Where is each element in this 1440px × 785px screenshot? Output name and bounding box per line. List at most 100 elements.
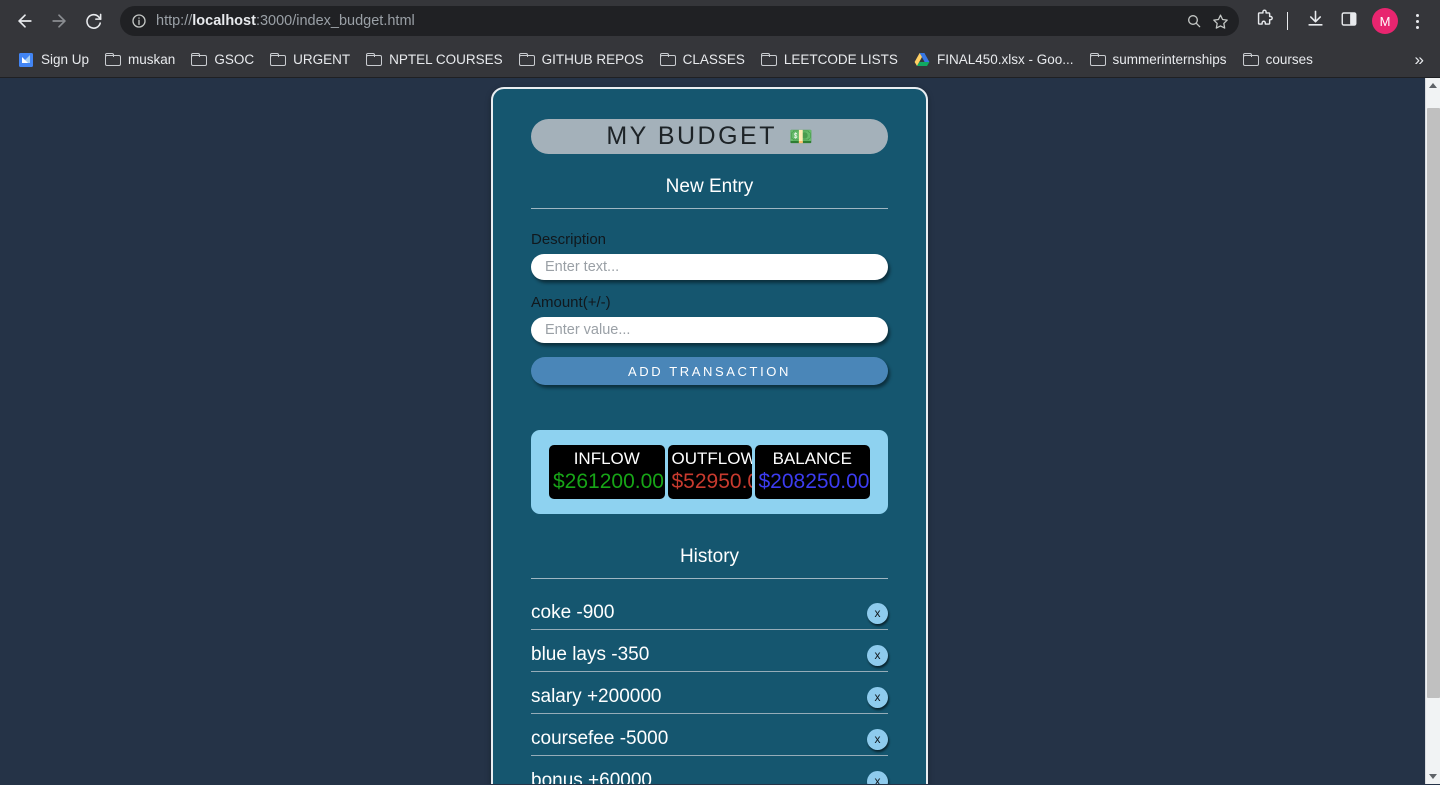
- forward-button[interactable]: [42, 4, 76, 38]
- bookmark-muskan[interactable]: muskan: [97, 48, 183, 71]
- google-drive-icon: [914, 52, 930, 67]
- address-bar-url: http://localhost:3000/index_budget.html: [156, 13, 415, 29]
- summary-inflow-label: INFLOW: [573, 449, 640, 468]
- history-item: salary +200000 x: [531, 683, 888, 714]
- chevron-up-icon: [1429, 83, 1437, 88]
- folder-icon: [760, 53, 777, 66]
- bookmark-label: GSOC: [214, 52, 255, 67]
- history-item: bonus +60000 x: [531, 767, 888, 784]
- summary-outflow-label: OUTFLOW: [671, 449, 752, 468]
- folder-icon: [1242, 53, 1259, 66]
- bookmark-gsoc[interactable]: GSOC: [183, 48, 262, 71]
- bookmark-sign-up[interactable]: Sign Up: [10, 48, 97, 72]
- bookmark-label: NPTEL COURSES: [389, 52, 503, 67]
- delete-transaction-button[interactable]: x: [867, 686, 888, 708]
- new-entry-heading: New Entry: [531, 176, 888, 209]
- summary-balance-label: BALANCE: [772, 449, 852, 468]
- bookmark-github-repos[interactable]: GITHUB REPOS: [511, 48, 652, 71]
- description-label: Description: [531, 231, 607, 248]
- summary-panel: INFLOW $261200.00 OUTFLOW $52950.00 BALA…: [531, 430, 888, 514]
- summary-outflow-value: $52950.00: [671, 470, 752, 493]
- banknote-icon: 💵: [789, 126, 813, 148]
- delete-transaction-button[interactable]: x: [867, 602, 888, 624]
- bookmark-label: URGENT: [293, 52, 351, 67]
- reload-button[interactable]: [76, 4, 110, 38]
- back-arrow-icon: [15, 11, 35, 31]
- page-viewport: MY BUDGET 💵 New Entry Description Amount…: [0, 78, 1440, 784]
- description-input[interactable]: [531, 254, 888, 280]
- folder-icon: [270, 53, 287, 66]
- scrollbar-down-button[interactable]: [1426, 769, 1440, 784]
- star-icon[interactable]: [1207, 8, 1233, 34]
- history-heading: History: [531, 546, 888, 579]
- folder-icon: [1089, 53, 1106, 66]
- page-title-text: MY BUDGET: [606, 122, 777, 150]
- side-panel-icon: [1340, 10, 1358, 33]
- amount-label: Amount(+/-): [531, 294, 611, 311]
- bookmark-leetcode-lists[interactable]: LEETCODE LISTS: [753, 48, 906, 71]
- browser-toolbar: http://localhost:3000/index_budget.html: [0, 0, 1440, 42]
- bookmark-summerinternships[interactable]: summerinternships: [1082, 48, 1235, 71]
- history-item-text: bonus +60000: [531, 770, 652, 784]
- history-item-text: blue lays -350: [531, 644, 650, 665]
- bookmark-label: CLASSES: [682, 52, 745, 67]
- page-scrollbar[interactable]: [1425, 78, 1440, 784]
- bookmarks-bar: Sign Up muskan GSOC URGENT NPTEL COURSES…: [0, 42, 1440, 78]
- browser-chrome: http://localhost:3000/index_budget.html: [0, 0, 1440, 78]
- add-transaction-button[interactable]: ADD TRANSACTION: [531, 357, 888, 385]
- three-dot-menu-icon[interactable]: [1404, 8, 1430, 34]
- signup-page-icon: [18, 52, 34, 68]
- extensions-button[interactable]: [1249, 6, 1279, 36]
- bookmark-label: summerinternships: [1112, 52, 1227, 67]
- summary-outflow: OUTFLOW $52950.00: [667, 445, 752, 499]
- bookmark-final450-xlsx[interactable]: FINAL450.xlsx - Goo...: [906, 48, 1082, 71]
- chevron-down-icon: [1429, 774, 1437, 779]
- delete-transaction-button[interactable]: x: [867, 728, 888, 750]
- bookmarks-overflow-button[interactable]: »: [1407, 48, 1432, 72]
- history-list: coke -900 x blue lays -350 x salary +200…: [531, 599, 888, 784]
- toolbar-divider: [1287, 12, 1288, 30]
- history-item-text: coke -900: [531, 602, 615, 623]
- back-button[interactable]: [8, 4, 42, 38]
- download-icon: [1306, 9, 1325, 33]
- history-item-text: salary +200000: [531, 686, 662, 707]
- history-item: coursefee -5000 x: [531, 725, 888, 756]
- amount-input[interactable]: [531, 317, 888, 343]
- bookmark-nptel-courses[interactable]: NPTEL COURSES: [358, 48, 511, 71]
- avatar[interactable]: M: [1372, 8, 1398, 34]
- scrollbar-up-button[interactable]: [1426, 78, 1440, 93]
- side-panel-button[interactable]: [1334, 6, 1364, 36]
- page-title: MY BUDGET 💵: [531, 119, 888, 154]
- bookmark-label: muskan: [128, 52, 176, 67]
- summary-balance: BALANCE $208250.00: [754, 445, 870, 499]
- avatar-letter: M: [1379, 13, 1391, 29]
- bookmark-urgent[interactable]: URGENT: [262, 48, 358, 71]
- search-icon[interactable]: [1181, 8, 1207, 34]
- folder-icon: [366, 53, 383, 66]
- bookmark-courses[interactable]: courses: [1235, 48, 1321, 71]
- scrollbar-thumb[interactable]: [1427, 108, 1440, 698]
- summary-balance-value: $208250.00: [758, 470, 870, 493]
- bookmark-label: FINAL450.xlsx - Goo...: [936, 52, 1074, 67]
- bookmark-classes[interactable]: CLASSES: [652, 48, 753, 71]
- history-item: blue lays -350 x: [531, 641, 888, 672]
- bookmark-label: GITHUB REPOS: [541, 52, 644, 67]
- delete-transaction-button[interactable]: x: [867, 770, 888, 784]
- bookmark-label: Sign Up: [41, 52, 90, 67]
- summary-inflow: INFLOW $261200.00: [549, 445, 665, 499]
- folder-icon: [105, 53, 122, 66]
- address-bar[interactable]: http://localhost:3000/index_budget.html: [120, 6, 1239, 36]
- budget-card: MY BUDGET 💵 New Entry Description Amount…: [491, 87, 928, 784]
- folder-icon: [191, 53, 208, 66]
- history-item-text: coursefee -5000: [531, 728, 669, 749]
- extensions-puzzle-icon: [1255, 9, 1274, 33]
- folder-icon: [518, 53, 535, 66]
- downloads-button[interactable]: [1300, 6, 1330, 36]
- bookmark-label: LEETCODE LISTS: [783, 52, 898, 67]
- delete-transaction-button[interactable]: x: [867, 644, 888, 666]
- summary-inflow-value: $261200.00: [553, 470, 664, 493]
- site-info-icon[interactable]: [130, 12, 148, 30]
- folder-icon: [659, 53, 676, 66]
- reload-icon: [84, 12, 103, 31]
- forward-arrow-icon: [49, 11, 69, 31]
